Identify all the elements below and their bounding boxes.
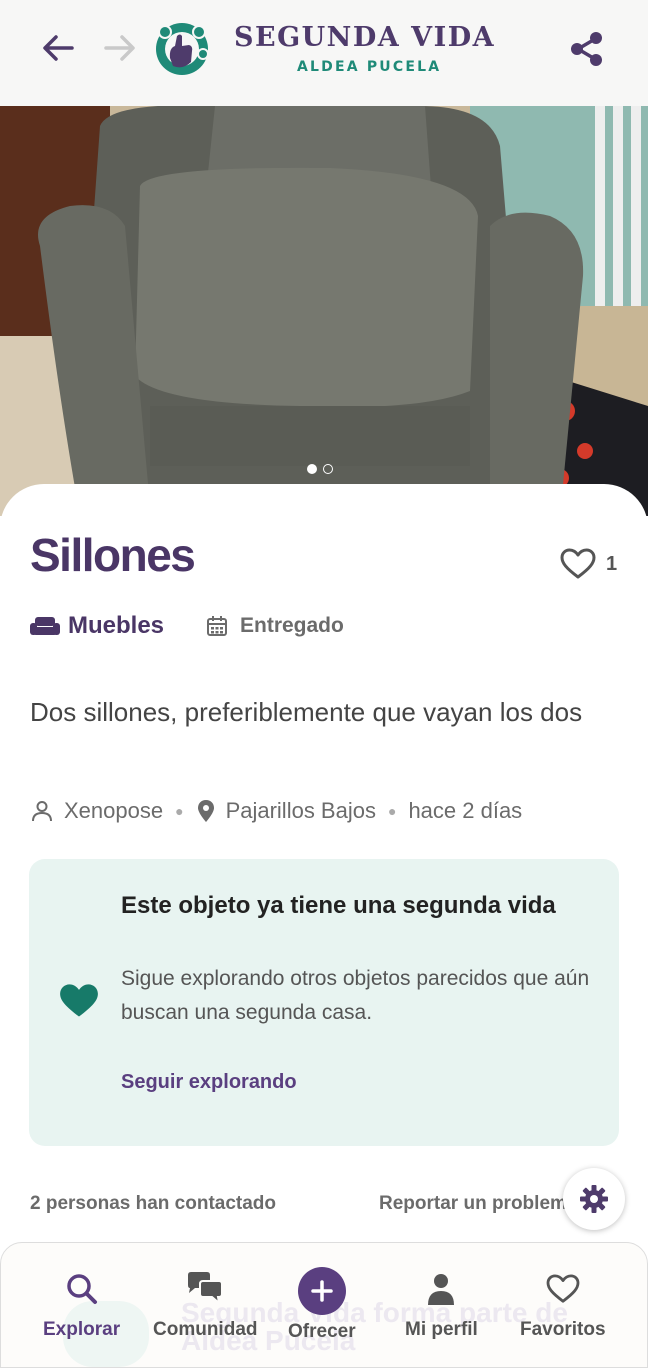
top-bar: SEGUNDA VIDA ALDEA PUCELA	[0, 0, 648, 106]
gear-icon	[580, 1185, 608, 1213]
nav-offer[interactable]: Ofrecer	[288, 1267, 356, 1343]
user-icon	[30, 799, 54, 823]
item-description: Dos sillones, preferiblemente que vayan …	[30, 697, 583, 727]
logo[interactable]	[153, 18, 211, 80]
chat-icon	[188, 1272, 224, 1306]
brand-subtitle: ALDEA PUCELA	[297, 59, 442, 75]
category-link[interactable]: Muebles	[30, 612, 164, 640]
status-label: Entregado	[240, 614, 344, 637]
share-button[interactable]	[568, 30, 606, 73]
second-life-notice: Este objeto ya tiene una segunda vida Si…	[29, 859, 619, 1146]
calendar-icon	[207, 616, 227, 636]
bottom-nav: Segunda Vida forma parte de Aldea Pucela…	[0, 1242, 648, 1368]
meta-separator: ●	[175, 803, 184, 819]
report-problem-link[interactable]: Reportar un problema	[367, 1193, 567, 1215]
user-name[interactable]: Xenopose	[64, 798, 163, 824]
search-icon	[66, 1274, 97, 1304]
share-icon	[571, 32, 602, 66]
nav-favorites-label: Favoritos	[520, 1319, 606, 1340]
notice-text: Sigue explorando otros objetos parecidos…	[121, 967, 590, 1024]
item-photo[interactable]	[0, 106, 648, 516]
offer-button[interactable]	[297, 1267, 346, 1315]
gallery-dot-1[interactable]	[307, 464, 317, 474]
forward-button[interactable]	[100, 28, 140, 68]
user-icon	[428, 1274, 455, 1305]
notice-title: Este objeto ya tiene una segunda vida	[121, 892, 556, 919]
item-meta: Xenopose ● Pajarillos Bajos ● hace 2 día…	[30, 798, 522, 824]
category-label: Muebles	[68, 612, 165, 639]
heart-icon	[546, 1274, 580, 1303]
nav-community-label: Comunidad	[153, 1319, 258, 1340]
location-pin-icon	[196, 799, 216, 823]
item-title: Sillones	[30, 529, 196, 581]
report-label: Reportar un problema	[379, 1193, 567, 1214]
heart-outline-icon	[560, 548, 596, 579]
meta-separator: ●	[387, 803, 397, 819]
brand-title: SEGUNDA VIDA	[234, 22, 496, 53]
back-button[interactable]	[38, 28, 78, 68]
nav-explore[interactable]: Explorar	[43, 1269, 120, 1341]
nav-profile-label: Mi perfil	[405, 1319, 478, 1340]
time-ago: hace 2 días	[408, 798, 523, 823]
gallery-dot-2[interactable]	[323, 464, 333, 474]
heart-filled-icon	[59, 983, 99, 1024]
continue-exploring-link[interactable]: Seguir explorando	[121, 1071, 297, 1094]
sofa-icon	[30, 617, 60, 635]
contacts-count: 2 personas han contactado	[30, 1193, 277, 1214]
nav-profile[interactable]: Mi perfil	[405, 1269, 478, 1341]
status: Entregado	[206, 614, 344, 638]
nav-offer-label: Ofrecer	[288, 1321, 356, 1342]
nav-favorites[interactable]: Favoritos	[520, 1269, 606, 1341]
gallery-dots[interactable]	[307, 464, 333, 474]
nav-community[interactable]: Comunidad	[153, 1269, 258, 1341]
settings-button[interactable]	[563, 1168, 625, 1230]
nav-explore-label: Explorar	[43, 1319, 121, 1340]
location-name: Pajarillos Bajos	[225, 798, 376, 823]
arrow-left-icon	[43, 35, 74, 61]
arrow-right-icon	[104, 35, 135, 61]
plus-icon	[311, 1280, 333, 1302]
favorites-count: 1	[606, 552, 618, 575]
favorite-button[interactable]: 1	[560, 548, 617, 580]
